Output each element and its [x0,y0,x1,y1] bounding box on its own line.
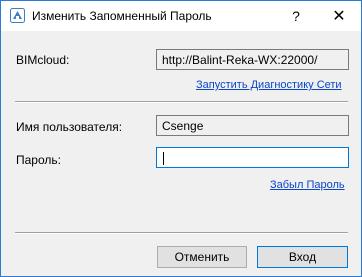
bimcloud-server-field: http://Balint-Reka-WX:22000/ [156,49,349,70]
login-button[interactable]: Вход [257,246,348,268]
run-network-diagnostics-link[interactable]: Запустить Диагностику Сети [196,79,342,91]
dialog-body: BIMcloud: http://Balint-Reka-WX:22000/ З… [1,31,361,276]
help-button[interactable]: ? [276,1,316,31]
forgot-password-link[interactable]: Забыл Пароль [270,179,345,191]
bimcloud-label: BIMcloud: [16,53,70,67]
separator [15,232,348,234]
close-button[interactable]: ✕ [319,1,359,31]
password-label: Пароль: [16,153,61,167]
cancel-button[interactable]: Отменить [157,246,247,268]
username-label: Имя пользователя: [16,120,123,134]
close-icon: ✕ [332,8,346,25]
change-password-dialog: Изменить Запомненный Пароль ? ✕ BIMcloud… [0,0,362,277]
app-icon [10,8,25,23]
window-title: Изменить Запомненный Пароль [32,9,212,23]
title-bar[interactable]: Изменить Запомненный Пароль ? ✕ [1,1,361,31]
separator [15,101,348,103]
username-field: Csenge [156,115,349,136]
text-caret [163,152,164,165]
password-input[interactable] [156,147,349,168]
